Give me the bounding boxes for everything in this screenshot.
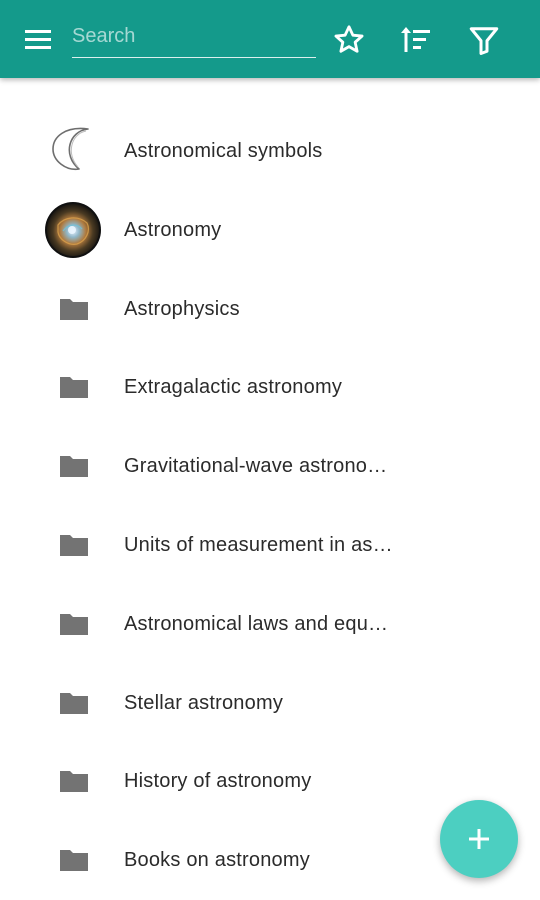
list-item[interactable]: Astrophysics [0, 270, 540, 349]
add-button[interactable] [440, 800, 518, 878]
list-item[interactable]: Gravitational-wave astrono… [0, 427, 540, 506]
folder-icon [60, 771, 88, 793]
folder-icon [60, 534, 88, 556]
plus-icon [469, 829, 489, 849]
search-input[interactable] [72, 18, 316, 54]
item-label: Astronomical symbols [124, 140, 323, 162]
list-item[interactable]: Stellar astronomy [0, 664, 540, 743]
folder-icon [60, 298, 88, 320]
item-label: Astronomical laws and equ… [124, 612, 389, 635]
list-item[interactable]: Extragalactic astronomy [0, 348, 540, 427]
item-label: Astrophysics [124, 297, 240, 320]
item-label: History of astronomy [124, 770, 312, 793]
folder-icon [60, 377, 88, 399]
list-item[interactable]: Astronomical symbols [0, 112, 540, 191]
search-box [72, 14, 316, 60]
list-item[interactable]: Units of measurement in as… [0, 506, 540, 585]
folder-icon [60, 456, 88, 478]
filter-icon [469, 27, 499, 55]
category-list: Astronomical symbols Astronomy Astrophys… [0, 112, 540, 900]
menu-button[interactable] [22, 24, 58, 56]
list-item[interactable]: Astronomy [0, 191, 540, 270]
item-label: Extragalactic astronomy [124, 376, 343, 399]
folder-icon [60, 692, 88, 714]
filter-button[interactable] [466, 22, 502, 58]
crescent-moon-icon [52, 127, 89, 171]
item-label: Units of measurement in as… [124, 533, 393, 556]
folder-icon [60, 613, 88, 635]
favorites-button[interactable] [331, 22, 367, 58]
item-label: Astronomy [124, 218, 222, 241]
item-label: Books on astronomy [124, 849, 310, 872]
sort-button[interactable] [398, 22, 434, 58]
list-item[interactable]: Astronomical laws and equ… [0, 585, 540, 664]
item-label: Stellar astronomy [124, 691, 284, 714]
app-bar [0, 0, 540, 78]
search-underline [72, 57, 316, 58]
sort-icon [401, 27, 430, 52]
hamburger-menu-icon [25, 30, 51, 49]
star-outline-icon [334, 25, 364, 53]
item-label: Gravitational-wave astrono… [124, 455, 388, 478]
folder-icon [60, 850, 88, 872]
nebula-photo [45, 201, 101, 258]
